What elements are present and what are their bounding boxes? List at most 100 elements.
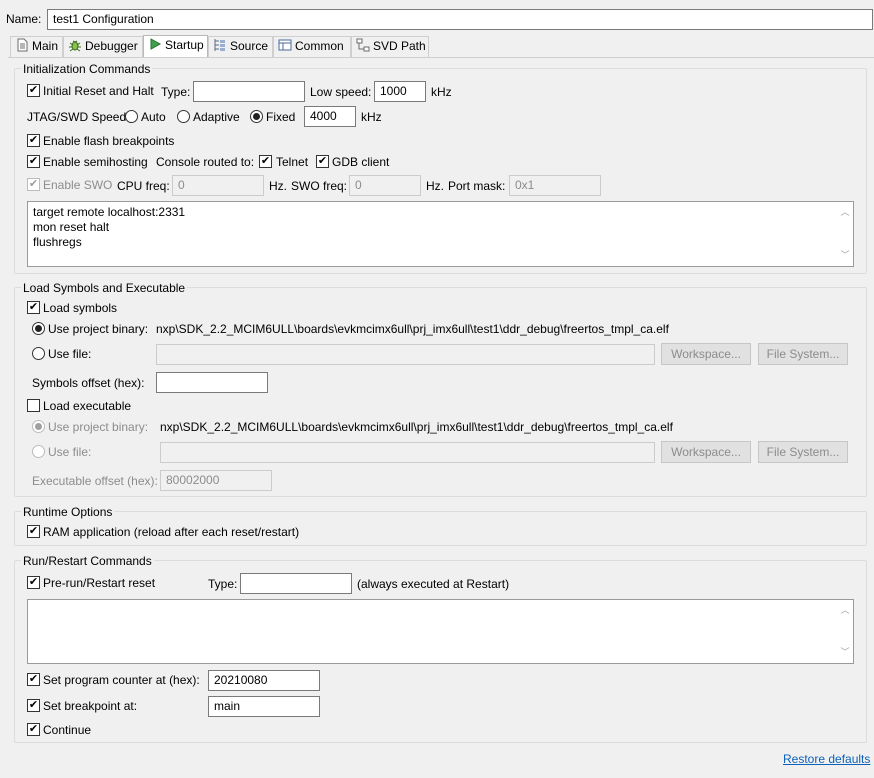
telnet-label: Telnet <box>276 155 309 169</box>
exe-use-file-radio[interactable] <box>32 445 45 458</box>
run-commands-textarea[interactable]: ︿ ﹀ <box>27 599 854 664</box>
tab-startup[interactable]: Startup <box>143 35 208 58</box>
semihosting-checkbox[interactable]: ✔ <box>27 155 40 168</box>
load-executable-label: Load executable <box>43 399 132 413</box>
tab-source[interactable]: Source <box>208 36 273 57</box>
set-pc-checkbox[interactable]: ✔ <box>27 673 40 686</box>
breakpoint-input[interactable]: main <box>208 696 320 717</box>
run-type-label: Type: <box>208 577 238 591</box>
tab-debugger[interactable]: Debugger <box>63 36 143 57</box>
exe-use-project-binary-radio[interactable] <box>32 420 45 433</box>
swo-freq-unit: Hz. <box>426 179 444 193</box>
sym-file-input[interactable] <box>156 344 655 365</box>
name-label: Name: <box>6 12 42 26</box>
bug-icon <box>69 40 81 52</box>
source-icon <box>214 39 225 51</box>
gdb-client-label: GDB client <box>332 155 390 169</box>
exe-workspace-button[interactable]: Workspace... <box>661 441 751 463</box>
init-commands-textarea[interactable]: target remote localhost:2331 mon reset h… <box>27 201 854 267</box>
swo-freq-input[interactable]: 0 <box>349 175 421 196</box>
tab-label: Common <box>295 39 344 53</box>
load-symbols-checkbox[interactable]: ✔ <box>27 301 40 314</box>
pc-value-input[interactable]: 20210080 <box>208 670 320 691</box>
speed-auto-label: Auto <box>141 110 166 124</box>
exe-file-input[interactable] <box>160 442 655 463</box>
continue-label: Continue <box>43 723 92 737</box>
flash-breakpoints-label: Enable flash breakpoints <box>43 134 175 148</box>
sym-file-system-button[interactable]: File System... <box>758 343 848 365</box>
sym-use-file-radio[interactable] <box>32 347 45 360</box>
document-icon <box>17 38 28 52</box>
speed-adaptive-radio[interactable] <box>177 110 190 123</box>
set-breakpoint-checkbox[interactable]: ✔ <box>27 699 40 712</box>
sym-use-file-label: Use file: <box>48 347 92 361</box>
sym-workspace-button[interactable]: Workspace... <box>661 343 751 365</box>
tab-label: Startup <box>165 38 204 52</box>
set-breakpoint-label: Set breakpoint at: <box>43 699 138 713</box>
tab-label: Main <box>32 39 59 53</box>
load-title: Load Symbols and Executable <box>21 280 188 296</box>
speed-auto-radio[interactable] <box>125 110 138 123</box>
speed-fixed-radio[interactable] <box>250 110 263 123</box>
initial-reset-label: Initial Reset and Halt <box>43 84 154 98</box>
cpu-freq-label: CPU freq: <box>117 179 170 193</box>
tab-main[interactable]: Main <box>10 36 63 57</box>
command-line: mon reset halt <box>33 220 110 234</box>
exe-use-project-binary-label: Use project binary: <box>48 420 149 434</box>
sym-use-project-binary-label: Use project binary: <box>48 322 149 336</box>
sym-use-project-binary-radio[interactable] <box>32 322 45 335</box>
load-group <box>14 287 867 497</box>
symbols-offset-input[interactable] <box>156 372 268 393</box>
port-mask-input[interactable]: 0x1 <box>509 175 601 196</box>
swo-checkbox[interactable]: ✔ <box>27 178 40 191</box>
swo-freq-label: SWO freq: <box>291 179 348 193</box>
run-type-input[interactable] <box>240 573 352 594</box>
scroll-down-icon[interactable]: ﹀ <box>838 248 852 263</box>
runtime-title: Runtime Options <box>21 504 115 520</box>
common-icon <box>278 39 292 51</box>
cpu-freq-unit: Hz. <box>269 179 287 193</box>
initial-reset-checkbox[interactable]: ✔ <box>27 84 40 97</box>
scroll-up-icon[interactable]: ︿ <box>838 205 852 220</box>
init-commands-title: Initialization Commands <box>21 61 153 77</box>
run-textarea-scrollbar[interactable]: ︿ ﹀ <box>838 601 852 662</box>
exe-offset-input[interactable]: 80002000 <box>160 470 272 491</box>
gdb-client-checkbox[interactable]: ✔ <box>316 155 329 168</box>
reset-type-input[interactable] <box>193 81 305 102</box>
scroll-down-icon[interactable]: ﹀ <box>838 645 852 660</box>
tab-svd-path[interactable]: SVD Path <box>351 36 429 57</box>
fixed-speed-input[interactable]: 4000 <box>304 106 356 127</box>
svd-icon <box>356 38 370 52</box>
speed-adaptive-label: Adaptive <box>193 110 240 124</box>
console-routed-label: Console routed to: <box>156 155 255 169</box>
telnet-checkbox[interactable]: ✔ <box>259 155 272 168</box>
jtag-speed-label: JTAG/SWD Speed: <box>27 110 130 124</box>
cpu-freq-input[interactable]: 0 <box>172 175 264 196</box>
flash-breakpoints-checkbox[interactable]: ✔ <box>27 134 40 147</box>
pre-run-reset-checkbox[interactable]: ✔ <box>27 576 40 589</box>
tab-label: Source <box>230 39 269 53</box>
load-executable-checkbox[interactable] <box>27 399 40 412</box>
tab-label: Debugger <box>85 39 138 53</box>
ram-application-checkbox[interactable]: ✔ <box>27 525 40 538</box>
low-speed-unit: kHz <box>431 85 452 99</box>
scroll-up-icon[interactable]: ︿ <box>838 603 852 618</box>
semihosting-label: Enable semihosting <box>43 155 148 169</box>
swo-label: Enable SWO <box>43 178 113 192</box>
type-label: Type: <box>161 85 191 99</box>
name-input[interactable]: test1 Configuration <box>47 9 873 30</box>
low-speed-input[interactable]: 1000 <box>374 81 426 102</box>
continue-checkbox[interactable]: ✔ <box>27 723 40 736</box>
command-line: flushregs <box>33 235 82 249</box>
exe-file-system-button[interactable]: File System... <box>758 441 848 463</box>
fixed-speed-unit: kHz <box>361 110 382 124</box>
textarea-scrollbar[interactable]: ︿ ﹀ <box>838 203 852 265</box>
restore-defaults-link[interactable]: Restore defaults <box>783 751 870 767</box>
symbols-offset-label: Symbols offset (hex): <box>32 376 145 390</box>
tab-common[interactable]: Common <box>273 36 351 57</box>
run-restart-title: Run/Restart Commands <box>21 553 154 569</box>
exe-project-binary-path: nxp\SDK_2.2_MCIM6ULL\boards\evkmcimx6ull… <box>160 420 673 434</box>
tab-label: SVD Path <box>373 39 426 53</box>
sym-project-binary-path: nxp\SDK_2.2_MCIM6ULL\boards\evkmcimx6ull… <box>156 322 669 336</box>
set-pc-label: Set program counter at (hex): <box>43 673 200 687</box>
